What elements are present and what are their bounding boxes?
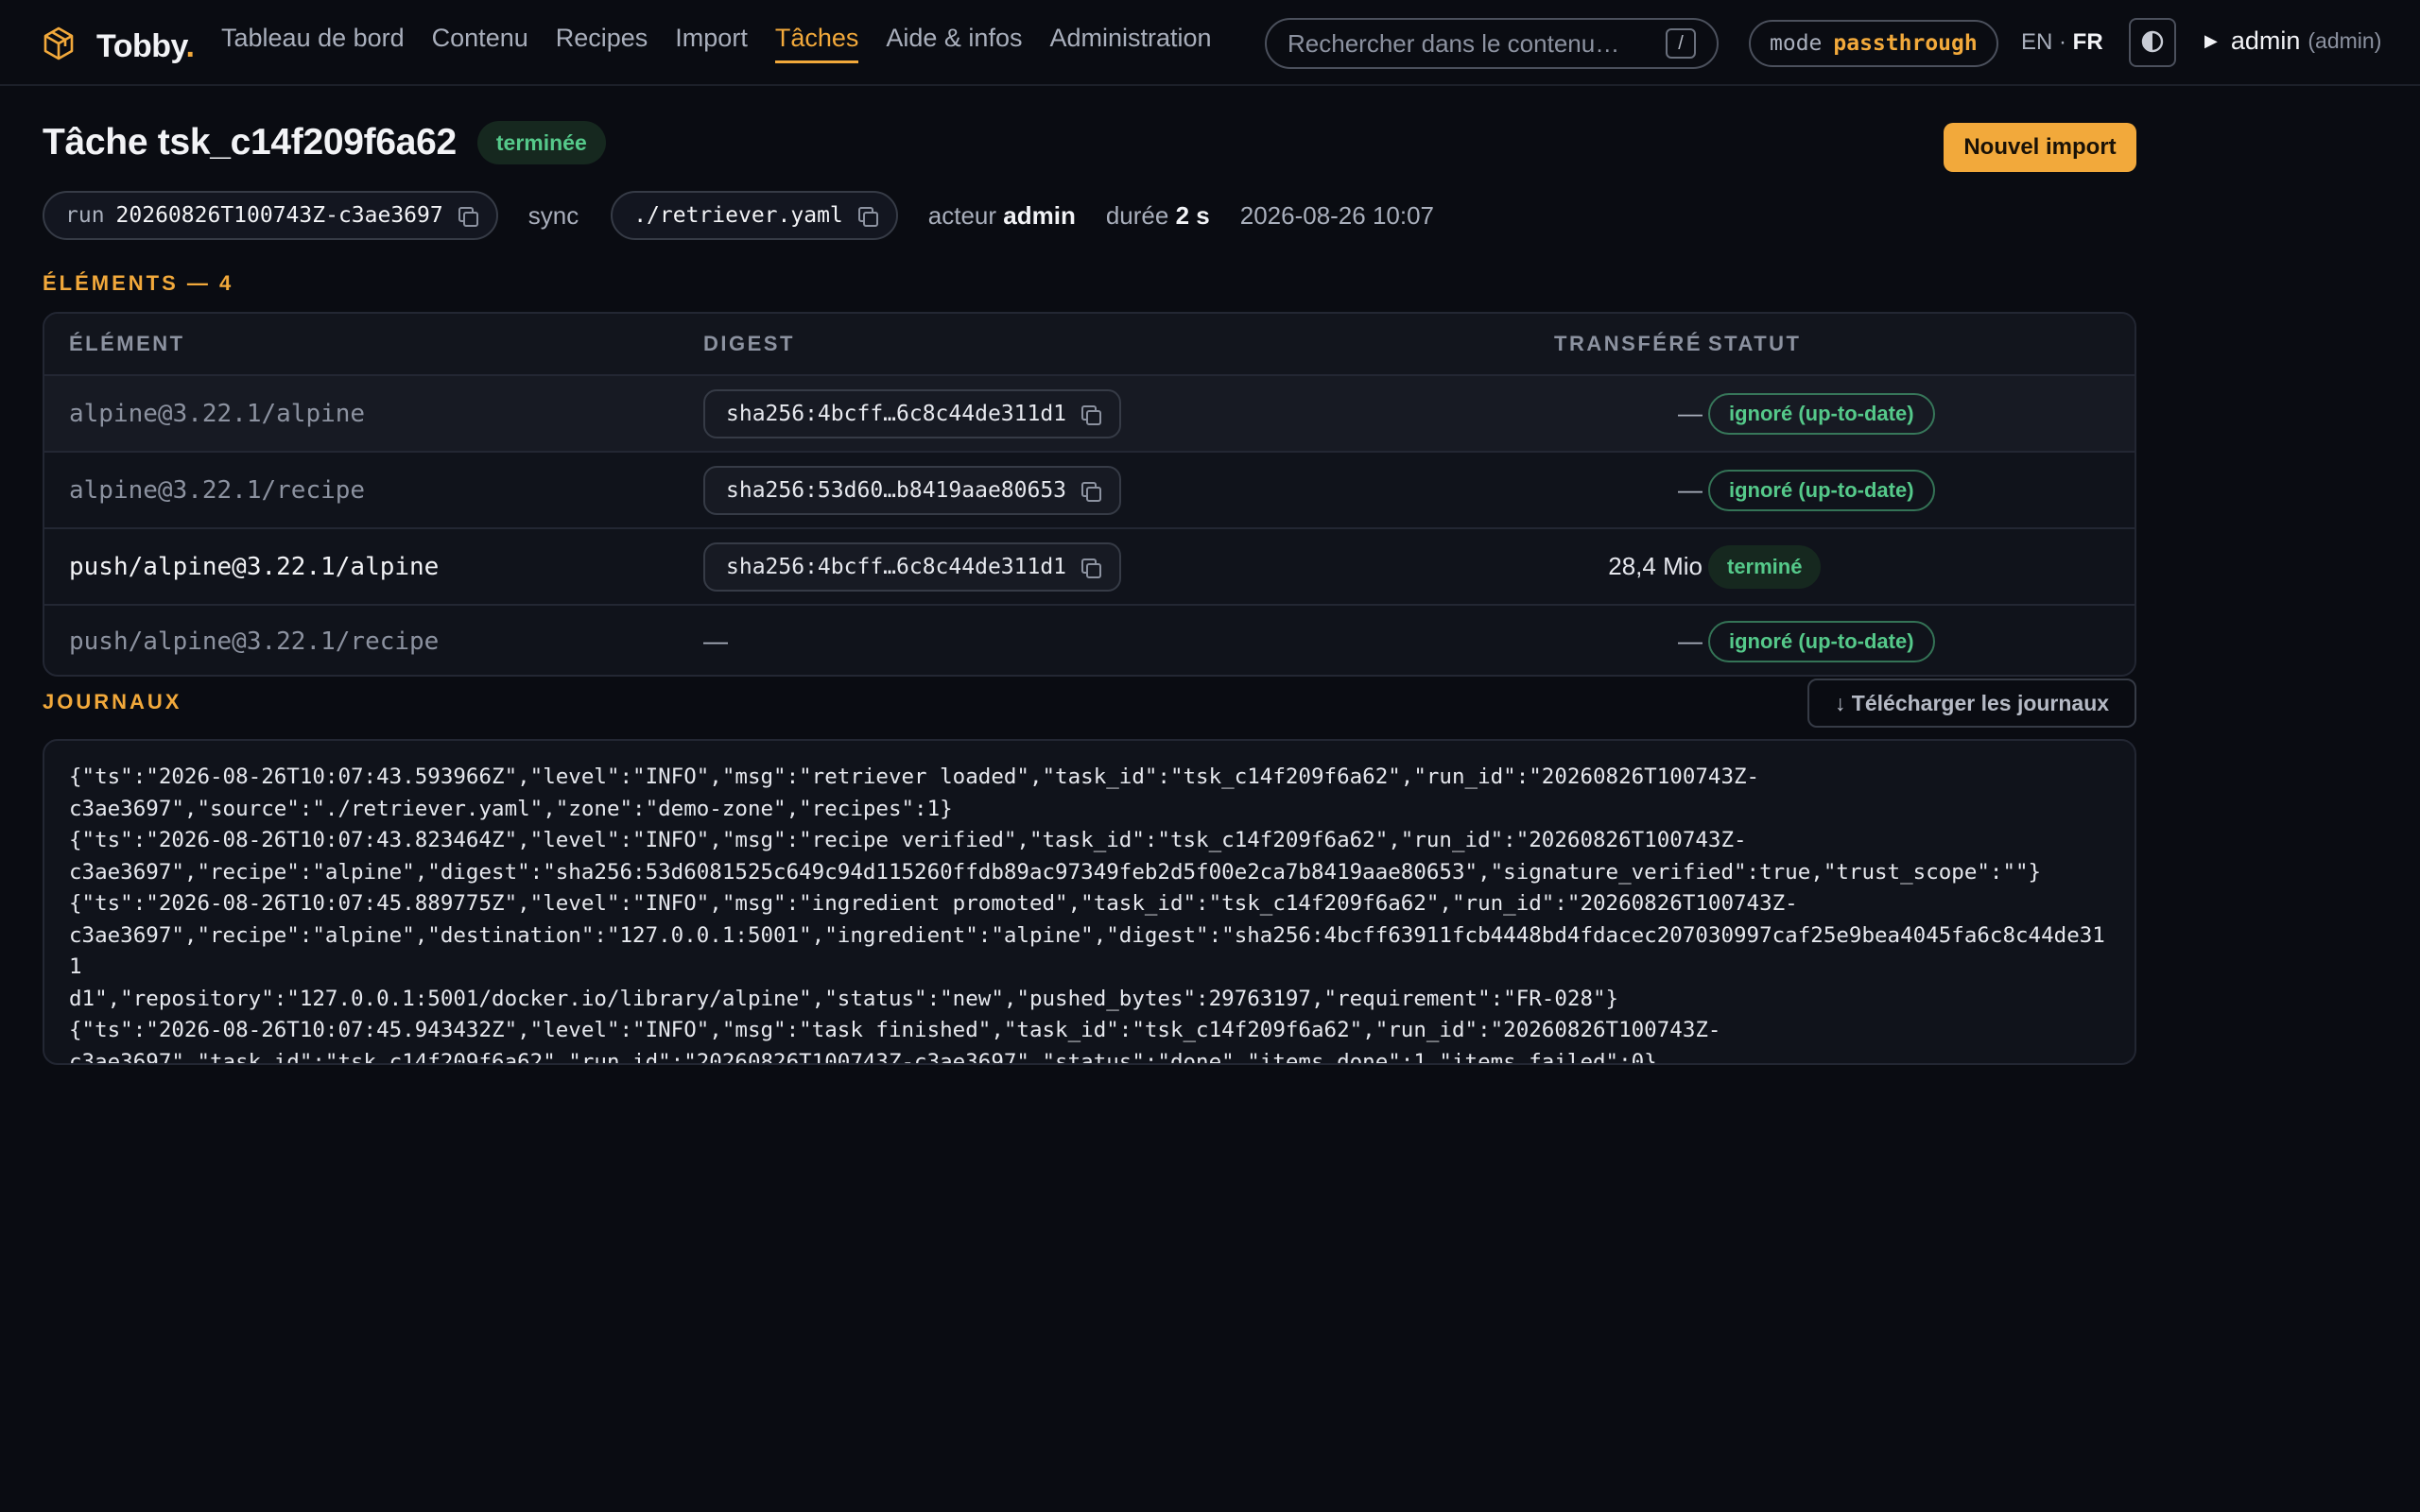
duration-value: 2 s	[1175, 200, 1210, 230]
user-role: (admin)	[2308, 28, 2382, 53]
table-row[interactable]: push/alpine@3.22.1/recipe — — ignoré (up…	[44, 606, 2135, 675]
element-name: alpine@3.22.1/recipe	[69, 475, 366, 505]
user-name: admin	[2230, 26, 2301, 55]
table-row[interactable]: alpine@3.22.1/recipe sha256:53d60…b8419a…	[44, 453, 2135, 529]
element-name: alpine@3.22.1/alpine	[69, 399, 366, 428]
element-name: push/alpine@3.22.1/recipe	[69, 627, 440, 656]
status-badge: ignoré (up-to-date)	[1708, 620, 1935, 662]
digest-value: sha256:4bcff…6c8c44de311d1	[726, 401, 1067, 426]
digest-chip[interactable]: sha256:53d60…b8419aae80653	[703, 465, 1122, 515]
source-chip[interactable]: ./retriever.yaml	[611, 191, 898, 240]
items-section-title: ÉLÉMENTS — 4	[43, 271, 234, 295]
logs-section-title: JOURNAUX	[43, 690, 182, 713]
theme-toggle-button[interactable]	[2129, 18, 2176, 67]
search-input[interactable]	[1288, 28, 1666, 59]
mode-value: passthrough	[1833, 31, 1978, 56]
status-badge: ignoré (up-to-date)	[1708, 469, 1935, 511]
task-kind: sync	[527, 200, 579, 230]
page-title: Tâche tsk_c14f209f6a62	[43, 122, 457, 163]
mode-label: mode	[1770, 31, 1823, 56]
run-id-chip[interactable]: run 20260826T100743Z-c3ae3697	[43, 191, 498, 240]
new-import-button[interactable]: Nouvel import	[1944, 123, 2136, 172]
log-line: {"ts":"2026-08-26T10:07:45.943432Z","lev…	[69, 1018, 1721, 1065]
search-box: /	[1265, 18, 1719, 69]
brand[interactable]: Tobby.	[38, 23, 195, 71]
nav-recipes[interactable]: Recipes	[556, 24, 648, 63]
status-badge: terminé	[1708, 544, 1822, 589]
digest-chip[interactable]: sha256:4bcff…6c8c44de311d1	[703, 388, 1122, 438]
nav-administration[interactable]: Administration	[1049, 24, 1211, 63]
table-header: ÉLÉMENT DIGEST TRANSFÉRÉ STATUT	[44, 314, 2135, 376]
copy-icon[interactable]	[1081, 558, 1102, 578]
log-line: {"ts":"2026-08-26T10:07:43.823464Z","lev…	[69, 828, 2042, 885]
digest-chip[interactable]: sha256:4bcff…6c8c44de311d1	[703, 541, 1122, 592]
nav-dashboard[interactable]: Tableau de bord	[221, 24, 405, 63]
language-switcher: EN · FR	[2021, 29, 2103, 56]
transferred-size: —	[1678, 475, 1703, 504]
nav-content[interactable]: Contenu	[432, 24, 528, 63]
status-badge: ignoré (up-to-date)	[1708, 392, 1935, 435]
brand-name: Tobby.	[96, 28, 195, 64]
actor-value: admin	[1003, 200, 1076, 230]
search-shortcut-key: /	[1666, 28, 1696, 59]
copy-icon[interactable]	[458, 207, 478, 227]
copy-icon[interactable]	[857, 207, 878, 227]
nav-help[interactable]: Aide & infos	[886, 24, 1022, 63]
logo-cube-icon	[38, 23, 79, 71]
log-line: {"ts":"2026-08-26T10:07:45.889775Z","lev…	[69, 891, 2105, 1011]
task-date: 2026-08-26 10:07	[1239, 200, 1435, 230]
actor: acteur admin	[928, 201, 1076, 231]
items-table: ÉLÉMENT DIGEST TRANSFÉRÉ STATUT alpine@3…	[43, 312, 2136, 677]
table-row[interactable]: alpine@3.22.1/alpine sha256:4bcff…6c8c44…	[44, 376, 2135, 453]
user-menu[interactable]: ▶ admin (admin)	[2204, 26, 2381, 56]
log-viewer[interactable]: {"ts":"2026-08-26T10:07:43.593966Z","lev…	[43, 739, 2136, 1065]
duration: durée 2 s	[1106, 201, 1210, 231]
digest-value: sha256:53d60…b8419aae80653	[726, 477, 1067, 503]
column-header-status: STATUT	[1708, 332, 1802, 355]
run-id: 20260826T100743Z-c3ae3697	[115, 203, 443, 228]
task-status-badge: terminée	[476, 121, 606, 164]
transferred-size: 28,4 Mio	[1608, 552, 1703, 580]
column-header-digest: DIGEST	[703, 332, 795, 355]
column-header-transferred: TRANSFÉRÉ	[1554, 332, 1703, 355]
task-header: Tâche tsk_c14f209f6a62 terminée	[43, 121, 606, 164]
transferred-size: —	[1678, 399, 1703, 427]
actor-label: acteur	[927, 200, 997, 230]
duration-label: durée	[1105, 200, 1169, 230]
digest-value: —	[703, 627, 728, 655]
element-name: push/alpine@3.22.1/alpine	[69, 552, 440, 581]
copy-icon[interactable]	[1081, 481, 1102, 502]
download-logs-button[interactable]: ↓ Télécharger les journaux	[1807, 679, 2136, 728]
caret-right-icon: ▶	[2204, 31, 2218, 50]
run-label: run	[65, 203, 105, 228]
contrast-icon	[2141, 30, 2164, 56]
nav-import[interactable]: Import	[675, 24, 748, 63]
mode-indicator[interactable]: mode passthrough	[1749, 20, 1998, 67]
transferred-size: —	[1678, 627, 1703, 655]
lang-en[interactable]: EN	[2021, 29, 2052, 55]
source-file: ./retriever.yaml	[633, 203, 843, 228]
copy-icon[interactable]	[1081, 404, 1102, 425]
column-header-element: ÉLÉMENT	[69, 332, 185, 355]
task-meta: run 20260826T100743Z-c3ae3697 sync ./ret…	[43, 191, 1434, 240]
top-navigation-bar: Tobby. Tableau de bord Contenu Recipes I…	[0, 0, 2420, 86]
main-nav: Tableau de bord Contenu Recipes Import T…	[221, 24, 1239, 63]
log-line: {"ts":"2026-08-26T10:07:43.593966Z","lev…	[69, 765, 1760, 821]
lang-separator: ·	[2052, 29, 2073, 55]
digest-value: sha256:4bcff…6c8c44de311d1	[726, 554, 1067, 579]
lang-fr[interactable]: FR	[2073, 29, 2103, 55]
table-row[interactable]: push/alpine@3.22.1/alpine sha256:4bcff…6…	[44, 529, 2135, 606]
nav-tasks[interactable]: Tâches	[774, 24, 859, 63]
